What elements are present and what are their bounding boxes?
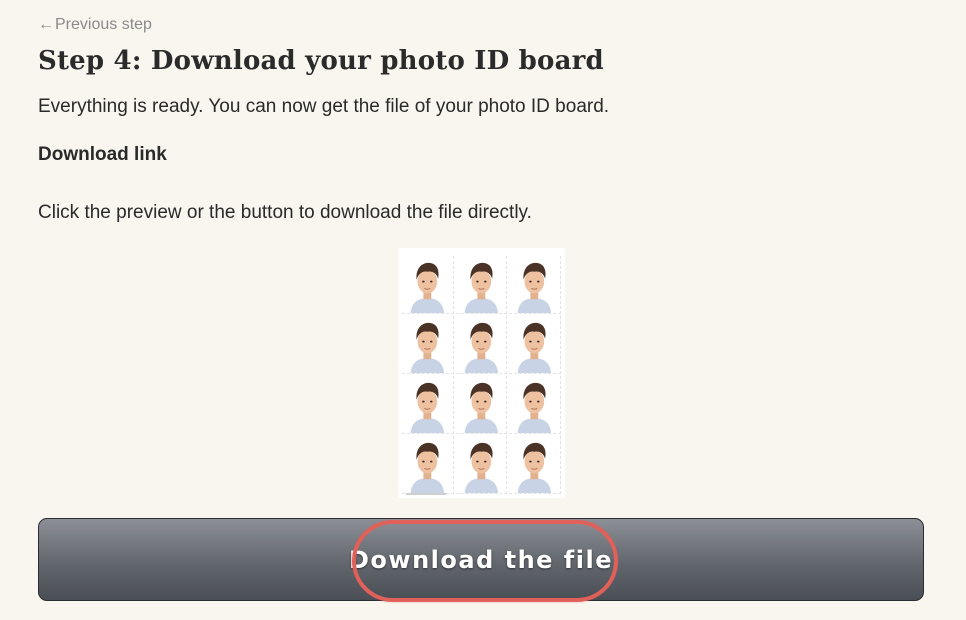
download-button-label: Download the file	[349, 545, 613, 574]
id-photo-thumbnail	[455, 256, 508, 314]
id-photo-thumbnail	[402, 256, 454, 314]
page-title: Step 4: Download your photo ID board	[38, 46, 604, 76]
id-photo-thumbnail	[402, 436, 454, 494]
back-arrow-icon: ←	[38, 16, 54, 33]
id-photo-thumbnail	[509, 256, 561, 314]
download-link-heading: Download link	[38, 144, 167, 165]
photo-board-preview[interactable]	[398, 248, 565, 498]
id-photo-thumbnail	[509, 376, 561, 434]
id-photo-thumbnail	[455, 316, 508, 374]
download-file-button[interactable]: Download the file	[38, 518, 924, 601]
id-photo-thumbnail	[402, 376, 454, 434]
id-photo-thumbnail	[455, 376, 508, 434]
id-photo-thumbnail	[509, 436, 561, 494]
preview-caption-bar	[406, 493, 446, 495]
instruction-text: Click the preview or the button to downl…	[38, 202, 532, 223]
id-photo-thumbnail	[455, 436, 508, 494]
download-step-page: ←Previous step Step 4: Download your pho…	[0, 0, 966, 620]
id-photo-thumbnail	[402, 316, 454, 374]
intro-text: Everything is ready. You can now get the…	[38, 96, 610, 117]
previous-step-link[interactable]: ←Previous step	[38, 16, 152, 34]
id-photo-thumbnail	[509, 316, 561, 374]
previous-step-label: Previous step	[55, 16, 152, 33]
